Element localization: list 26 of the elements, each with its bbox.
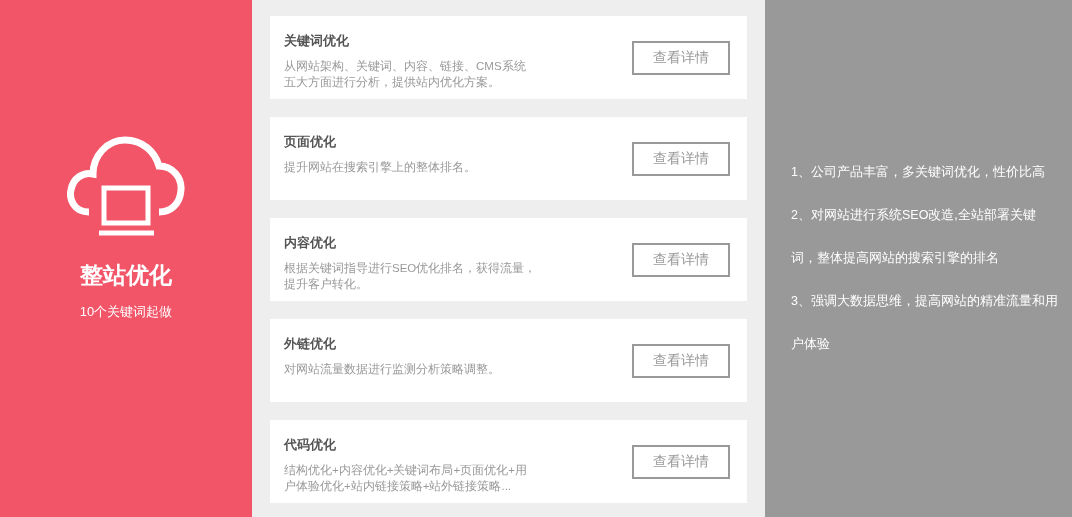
advantage-text: 3、强调大数据思维，提高网站的精准流量和用	[791, 293, 1059, 310]
feature-title: 整站优化	[80, 261, 172, 290]
details-button[interactable]: 查看详情	[632, 444, 730, 479]
details-button[interactable]: 查看详情	[632, 141, 730, 176]
service-title: 外链优化	[284, 335, 337, 353]
cloud-laptop-icon	[67, 134, 185, 236]
service-title: 代码优化	[284, 436, 337, 454]
feature-subtitle: 10个关键词起做	[79, 303, 173, 321]
advantage-text: 户体验	[791, 336, 831, 353]
advantage-text: 1、公司产品丰富，多关键词优化，性价比高	[791, 164, 1046, 181]
service-title: 页面优化	[284, 133, 337, 151]
service-description: 根据关键词指导进行SEO优化排名，获得流量，	[284, 261, 537, 276]
service-description: 提升网站在搜索引擎上的整体排名。	[284, 160, 476, 175]
service-description: 五大方面进行分析，提供站内优化方案。	[284, 75, 501, 90]
advantage-text: 2、对网站进行系统SEO改造,全站部署关键	[791, 207, 1037, 224]
details-button[interactable]: 查看详情	[632, 343, 730, 378]
service-title: 内容优化	[284, 234, 337, 252]
service-description: 对网站流量数据进行监测分析策略调整。	[284, 362, 500, 377]
service-description: 户体验优化+站内链接策略+站外链接策略...	[284, 479, 513, 494]
service-description: 结构优化+内容优化+关键词布局+页面优化+用	[284, 463, 527, 478]
details-button[interactable]: 查看详情	[632, 242, 730, 277]
service-description: 提升客户转化。	[284, 277, 369, 292]
service-description: 从网站架构、关键词、内容、链接、CMS系统	[284, 59, 526, 74]
service-title: 关键词优化	[284, 32, 350, 50]
advantage-text: 词，整体提高网站的搜索引擎的排名	[791, 250, 1000, 267]
details-button[interactable]: 查看详情	[632, 40, 730, 75]
